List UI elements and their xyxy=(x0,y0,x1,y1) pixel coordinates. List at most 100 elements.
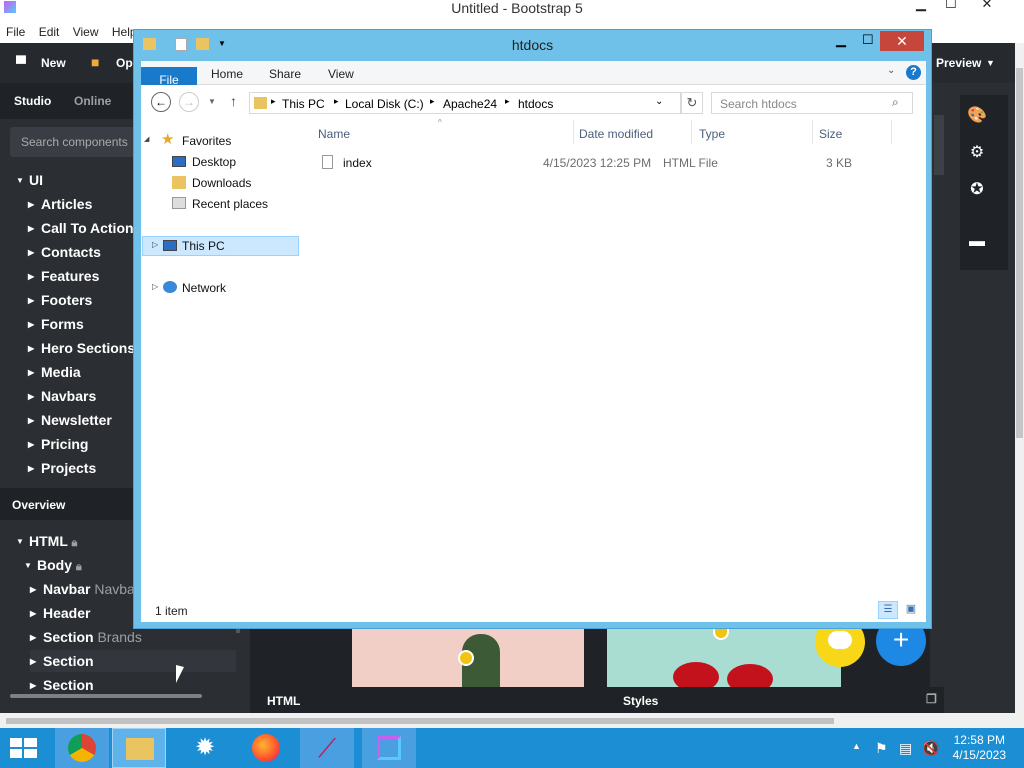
app-icon-sun[interactable]: ✹ xyxy=(178,728,232,768)
action-center-flag-icon[interactable]: ⚑ xyxy=(875,740,888,757)
nav-desktop[interactable]: Desktop xyxy=(192,155,236,169)
windows-start-button[interactable] xyxy=(10,738,37,758)
component-category[interactable]: ▶ Articles xyxy=(28,196,92,212)
bootstrap-studio-taskbar-icon[interactable] xyxy=(362,728,416,768)
component-category[interactable]: ▶ Hero Sections xyxy=(28,340,135,356)
expand-icon[interactable]: ◢ xyxy=(144,135,149,143)
breadcrumb-this-pc[interactable]: This PC xyxy=(282,97,325,111)
caret-right-icon: ▶ xyxy=(30,585,37,594)
overview-node[interactable]: ▼ Body 🔒︎ xyxy=(24,557,82,574)
feather-app-icon[interactable]: ⟋ xyxy=(300,728,354,768)
component-category[interactable]: ▶ Projects xyxy=(28,460,96,476)
folder-icon[interactable]: ▬ xyxy=(960,233,994,251)
star-icon[interactable]: ✪ xyxy=(960,179,994,199)
minimize-button[interactable]: ▁ xyxy=(836,32,846,48)
help-icon[interactable]: ? xyxy=(906,65,921,80)
nav-network[interactable]: Network xyxy=(182,281,226,295)
expand-icon[interactable]: ▷ xyxy=(152,282,158,291)
refresh-button[interactable]: ↻ xyxy=(681,92,703,114)
table-row[interactable]: index 4/15/2023 12:25 PM HTML File 3 KB xyxy=(311,153,896,173)
maximize-button[interactable]: ☐ xyxy=(862,32,874,48)
chrome-icon[interactable] xyxy=(55,728,109,768)
column-name[interactable]: Name xyxy=(318,127,350,141)
overview-node[interactable]: ▶ Section Brands xyxy=(30,629,142,645)
large-icons-view-button[interactable]: ▣ xyxy=(901,601,921,619)
close-button[interactable]: ✕ xyxy=(976,0,998,12)
component-category[interactable]: ▶ Features xyxy=(28,268,99,284)
ribbon-tab-share[interactable]: Share xyxy=(269,67,301,81)
breadcrumb-local-disk[interactable]: Local Disk (C:) xyxy=(345,97,424,111)
chevron-down-icon[interactable]: ⌄ xyxy=(887,65,895,76)
component-category[interactable]: ▶ Call To Action xyxy=(28,220,134,236)
overview-node[interactable]: ▶ Navbar Navba xyxy=(30,581,135,597)
minimize-button[interactable]: ▁ xyxy=(910,0,932,12)
palette-icon[interactable]: 🎨 xyxy=(960,105,994,125)
mouse-cursor-icon xyxy=(176,665,184,683)
horizontal-scrollbar-main[interactable] xyxy=(0,713,1024,728)
menu-file[interactable]: File xyxy=(0,20,29,39)
open-button[interactable]: Op xyxy=(116,56,133,70)
menu-edit[interactable]: Edit xyxy=(33,20,64,39)
overview-node[interactable]: ▼ HTML 🔒︎ xyxy=(16,533,77,550)
network-tray-icon[interactable]: ▤ xyxy=(899,740,912,757)
folder-icon: ■ xyxy=(91,54,100,70)
scroll-thumb[interactable] xyxy=(1016,68,1023,438)
tab-studio[interactable]: Studio xyxy=(14,94,51,108)
show-hidden-icons[interactable]: ▲ xyxy=(852,741,861,751)
address-bar[interactable]: ▸ This PC ▸ Local Disk (C:) ▸ Apache24 ▸… xyxy=(249,92,681,114)
styles-panel-tab[interactable]: Styles xyxy=(623,694,658,708)
preview-button[interactable]: Preview xyxy=(936,56,981,70)
back-button[interactable]: ← xyxy=(151,92,171,112)
nav-downloads[interactable]: Downloads xyxy=(192,176,251,190)
caret-down-icon: ▼ xyxy=(24,561,32,570)
ribbon-tab-home[interactable]: Home xyxy=(211,67,243,81)
restore-icon[interactable]: ❐ xyxy=(926,692,937,706)
chevron-down-icon[interactable]: ▼ xyxy=(986,58,995,68)
gear-icon[interactable]: ⚙ xyxy=(960,142,994,162)
file-explorer-taskbar-icon[interactable] xyxy=(112,728,166,768)
taskbar-clock[interactable]: 12:58 PM 4/15/2023 xyxy=(953,733,1006,763)
tab-online[interactable]: Online xyxy=(74,94,111,108)
component-category[interactable]: ▶ Navbars xyxy=(28,388,96,404)
vertical-scrollbar[interactable] xyxy=(1015,43,1024,713)
file-explorer-window[interactable]: ▼ htdocs ▁ ☐ ✕ File Home Share View ⌄ ? … xyxy=(133,29,932,629)
ribbon-tab-view[interactable]: View xyxy=(328,67,354,81)
column-date-modified[interactable]: Date modified xyxy=(579,127,653,141)
breadcrumb-htdocs[interactable]: htdocs xyxy=(518,97,553,111)
component-category[interactable]: ▶ Newsletter xyxy=(28,412,112,428)
scroll-thumb[interactable] xyxy=(6,718,834,724)
component-category[interactable]: ▶ Forms xyxy=(28,316,84,332)
recent-locations-icon[interactable]: ▼ xyxy=(208,97,216,106)
overview-node[interactable]: ▶ Section xyxy=(30,677,94,693)
tree-ui-root[interactable]: ▼ UI xyxy=(16,172,43,188)
nav-favorites[interactable]: Favorites xyxy=(182,134,231,148)
maximize-button[interactable]: ☐ xyxy=(940,0,962,12)
volume-muted-icon[interactable]: 🔇 xyxy=(922,740,939,757)
right-scrollbar[interactable] xyxy=(934,115,944,175)
component-category[interactable]: ▶ Pricing xyxy=(28,436,88,452)
column-size[interactable]: Size xyxy=(819,127,842,141)
overview-node[interactable]: ▶ Header xyxy=(30,605,90,621)
html-panel-tab[interactable]: HTML xyxy=(267,694,300,708)
nav-recent-places[interactable]: Recent places xyxy=(192,197,268,211)
column-type[interactable]: Type xyxy=(699,127,725,141)
close-button[interactable]: ✕ xyxy=(880,31,924,51)
caret-right-icon: ▶ xyxy=(30,657,37,666)
up-button[interactable]: ↑ xyxy=(230,93,237,109)
breadcrumb-apache24[interactable]: Apache24 xyxy=(443,97,497,111)
menu-view[interactable]: View xyxy=(67,20,103,39)
expand-icon[interactable]: ▷ xyxy=(152,240,158,249)
search-input[interactable]: Search htdocs xyxy=(711,92,913,114)
firefox-icon[interactable] xyxy=(240,728,294,768)
new-button[interactable]: New xyxy=(41,56,66,70)
component-category[interactable]: ▶ Contacts xyxy=(28,244,101,260)
forward-button[interactable]: → xyxy=(179,92,199,112)
details-view-button[interactable]: ☰ xyxy=(878,601,898,619)
horizontal-scrollbar[interactable] xyxy=(10,694,202,698)
component-label: Navbars xyxy=(41,388,97,404)
chevron-down-icon[interactable]: ⌄ xyxy=(655,96,663,107)
component-category[interactable]: ▶ Footers xyxy=(28,292,92,308)
nav-this-pc[interactable]: This PC xyxy=(182,239,225,253)
overview-node[interactable]: ▶ Section xyxy=(30,650,236,672)
component-category[interactable]: ▶ Media xyxy=(28,364,81,380)
